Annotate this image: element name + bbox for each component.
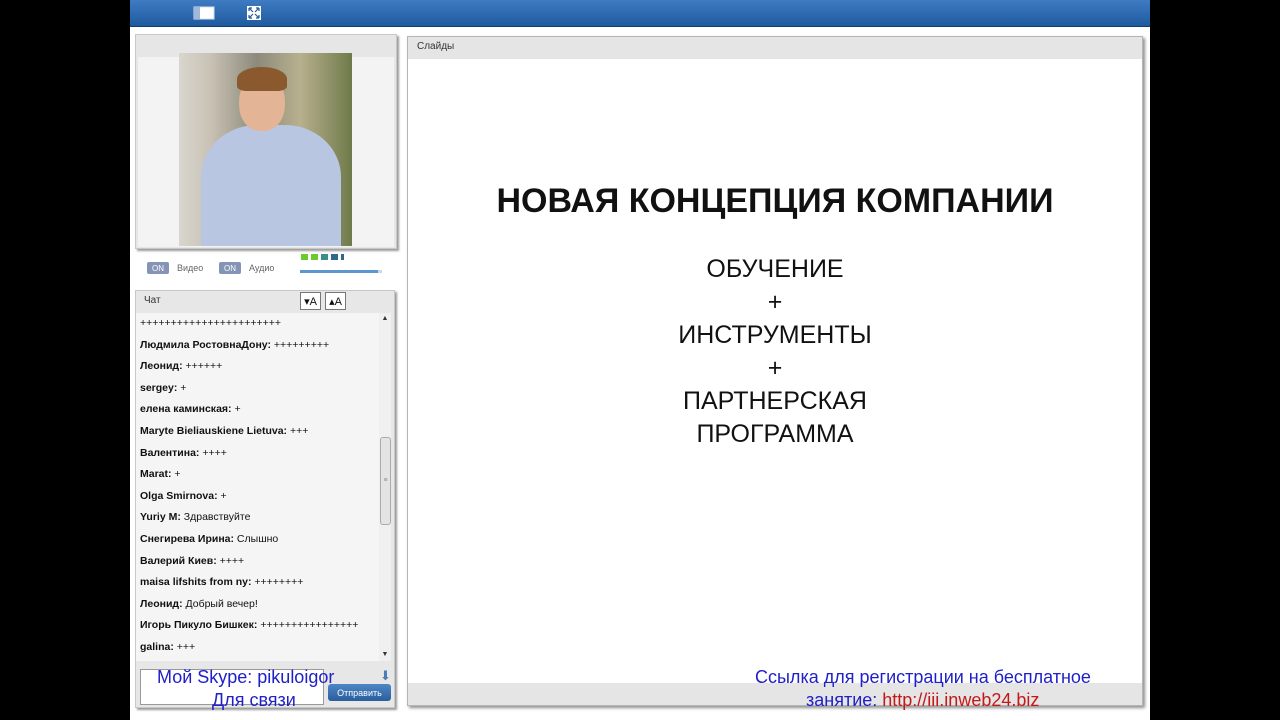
chat-message-author: Леонид: [140,597,183,610]
chat-message: Maryte Bieliauskiene Lietuva: +++ [140,425,308,437]
chat-message-author: елена каминская: [140,403,232,416]
top-toolbar [130,0,1150,27]
chat-message-text: +++ [173,641,196,653]
register-overlay-line1: Ссылка для регистрации на бесплатное [755,667,1091,687]
chat-message-text: +++ [287,425,309,437]
chat-scrollbar[interactable]: ▲ ≡ ▼ [379,313,391,661]
chat-header: Чат ▾A ▴A [136,291,394,313]
chat-message: Игорь Пикуло Бишкек: ++++++++++++++++ [140,619,358,631]
scroll-down-icon[interactable]: ▼ [380,651,390,659]
chat-message-text: ++++++++++++++++ [257,619,359,632]
chat-message-author: Игорь Пикуло Бишкек: [140,619,258,632]
chat-message-author: Валерий Киев: [140,554,217,567]
register-overlay-line2: занятие: http://iii.inweb24.biz [806,690,1039,711]
slide-plus-1: + [767,288,783,316]
chat-message: galina: +++ [140,641,195,653]
slide-line-4: ПРОГРАММА [696,420,854,448]
slide-heading: НОВАЯ КОНЦЕПЦИЯ КОМПАНИИ [496,182,1054,220]
chat-message-author: Снегирева Ирина: [140,533,235,545]
chat-message: Валентина: ++++ [140,447,227,459]
chat-message-text: ++++ [216,554,245,567]
level-bar-1 [301,254,308,260]
chat-message-text: + [217,489,227,502]
chat-message: Валерий Киев: ++++ [140,555,244,567]
send-button[interactable]: Отправить [328,684,391,701]
chat-message: Леонид: ++++++ [140,360,222,372]
chat-message-text: + [177,381,187,394]
chat-message: Снегирева Ирина: Слышно [140,533,278,545]
slides-panel: Слайды НОВАЯ КОНЦЕПЦИЯ КОМПАНИИ ОБУЧЕНИЕ… [407,36,1143,706]
chat-message: Yuriy M: Здравствуйте [140,511,250,523]
chat-message-text: Добрый вечер! [182,597,258,610]
chat-message: Olga Smirnova: + [140,490,227,502]
chat-message-text: Здравствуйте [180,511,251,524]
scroll-thumb[interactable]: ≡ [380,437,391,525]
chat-message-text: ++++ [199,446,227,459]
chat-messages: +++++++++++++++++++++++ Людмила РостовнаД… [136,313,379,661]
slide-line-1: ОБУЧЕНИЕ [706,255,844,283]
chat-message-author: Olga Smirnova: [140,489,218,502]
chat-message-text: +++++++++ [270,338,330,351]
video-label: Видео [177,263,204,273]
video-toggle-button[interactable]: ON [147,262,169,274]
chat-message: елена каминская: + [140,403,241,415]
audio-label: Аудио [249,263,275,273]
chat-message-author: Maryte Bieliauskiene Lietuva: [140,425,288,437]
font-increase-button[interactable]: ▴A [325,292,346,310]
webinar-app: ON Видео ON Аудио Чат ▾A ▴A ++++++++++++… [130,0,1150,720]
skype-overlay: Мой Skype: pikulоigor [157,667,335,687]
video-panel [135,34,397,249]
chat-message: Marat: + [140,468,181,480]
chat-message-text: Слышно [234,533,279,545]
chat-message-text: +++++++++++++++++++++++ [140,317,282,329]
volume-slider[interactable] [300,270,382,273]
chat-message-author: Леонид: [140,360,183,373]
chat-message: maisa lifshits from ny: ++++++++ [140,576,303,588]
video-feed [138,53,394,247]
chat-message-text: ++++++++ [251,576,304,589]
contact-overlay: Для связи [212,690,296,710]
volume-fill [300,270,378,273]
level-bar-2 [311,254,318,260]
chat-message-text: + [231,403,241,416]
media-controls: ON Видео ON Аудио [147,254,397,280]
level-bar-4 [331,254,338,260]
chat-message-author: sergey: [140,381,178,394]
slide-plus-2: + [767,354,783,382]
slides-header: Слайды [408,37,1142,59]
scroll-up-icon[interactable]: ▲ [380,315,390,323]
chat-message: Людмила РостовнаДону: +++++++++ [140,339,329,351]
chat-message-author: Marat: [140,468,172,481]
chat-message-author: Валентина: [140,446,200,459]
audio-toggle-button[interactable]: ON [219,262,241,274]
chat-message-author: Yuriy M: [140,511,181,524]
presenter-video [179,53,352,246]
chat-message-author: galina: [140,641,174,653]
level-bar-3 [321,254,328,260]
slide-line-3: ПАРТНЕРСКАЯ [683,387,867,415]
chat-message-author: Людмила РостовнаДону: [140,338,271,351]
slide-line-2: ИНСТРУМЕНТЫ [678,321,872,349]
chat-message-text: + [171,468,181,481]
fullscreen-icon[interactable] [243,4,265,22]
chat-message: sergey: + [140,382,186,394]
chat-message-author: maisa lifshits from ny: [140,576,252,589]
register-link[interactable]: http://iii.inweb24.biz [882,690,1039,710]
slides-title: Слайды [417,41,455,52]
chat-panel: Чат ▾A ▴A +++++++++++++++++++++++ Людмила… [135,290,395,708]
panel-toggle-icon[interactable] [193,4,215,22]
chat-message: +++++++++++++++++++++++ [140,317,281,329]
chat-title: Чат [144,295,161,306]
download-icon[interactable]: ⬇ [380,668,391,684]
level-bar-5 [341,254,344,260]
register-label: занятие: [806,690,878,710]
chat-message-text: ++++++ [182,360,223,373]
chat-message: Леонид: Добрый вечер! [140,598,258,610]
font-decrease-button[interactable]: ▾A [300,292,321,310]
